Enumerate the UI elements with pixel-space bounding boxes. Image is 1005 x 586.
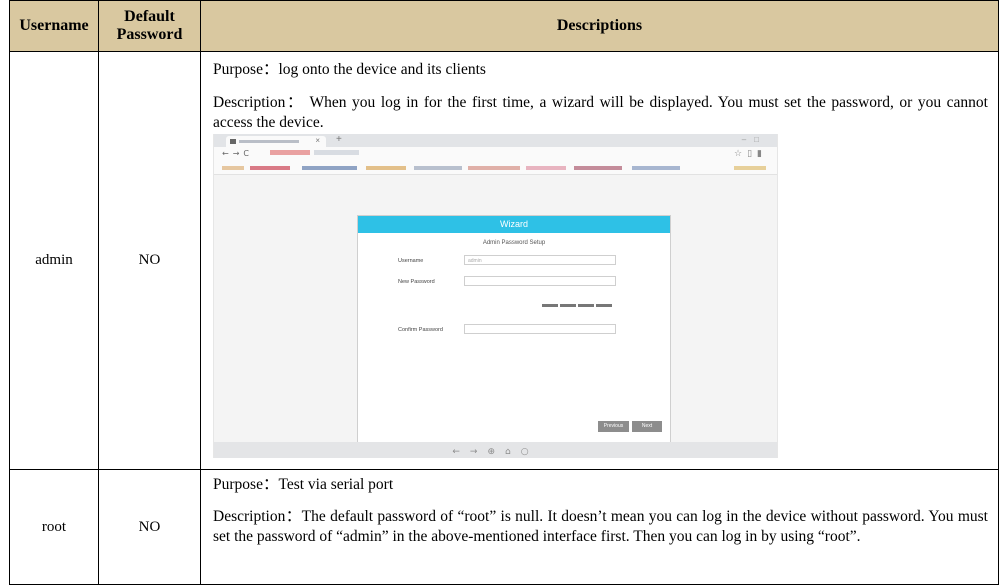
header-row: Username Default Password Descriptions: [9, 0, 999, 52]
description-text: Description：The default password of “roo…: [213, 508, 988, 545]
confirm-password-field[interactable]: [464, 324, 616, 334]
close-tab-icon: ×: [315, 136, 320, 145]
wizard-subtitle: Admin Password Setup: [482, 240, 546, 246]
bookmark-blurred: [574, 166, 622, 170]
description-text: Description： When you log in for the fir…: [213, 94, 988, 131]
confirm-password-label: Confirm Password: [398, 327, 443, 333]
browser-tab: ×: [226, 136, 326, 147]
previous-button[interactable]: Previous: [598, 421, 629, 432]
tab-title-blurred: [239, 140, 299, 143]
bookmark-blurred: [632, 166, 680, 170]
default-password-cell: NO: [98, 51, 201, 470]
new-password-field[interactable]: [464, 276, 616, 286]
next-button[interactable]: Next: [632, 421, 662, 432]
bookmark-blurred: [366, 166, 406, 170]
favicon-icon: [230, 139, 236, 144]
purpose-text: Purpose：Test via serial port: [213, 476, 394, 493]
username-cell: admin: [9, 51, 99, 470]
table-row-admin: admin NO Purpose：log onto the device and…: [9, 51, 999, 470]
toolbar-icons: ☆▯▮: [734, 149, 767, 159]
wizard-dialog: Wizard Admin Password Setup Username adm…: [357, 215, 671, 443]
new-tab-icon: +: [336, 134, 342, 145]
username-field[interactable]: admin: [464, 255, 616, 265]
bookmark-blurred: [526, 166, 566, 170]
header-default-password: Default Password: [98, 0, 201, 52]
account-table: Username Default Password Descriptions a…: [9, 0, 999, 585]
password-strength-bar: [542, 304, 614, 307]
address-bar-blurred: [270, 150, 310, 155]
bookmark-blurred: [222, 166, 244, 170]
default-password-cell: NO: [98, 469, 201, 585]
bookmark-blurred: [302, 166, 357, 170]
header-username: Username: [9, 0, 99, 52]
bookmark-blurred: [250, 166, 290, 170]
username-cell: root: [9, 469, 99, 585]
window-controls-icon: –□: [741, 135, 767, 144]
wizard-screenshot: × + –□ ←→C ☆▯▮ Wizard Admin Password Set…: [213, 134, 778, 458]
nav-buttons-icon: ←→C: [222, 149, 253, 158]
description-cell: Purpose：Test via serial port Description…: [200, 469, 999, 585]
bottom-toolbar-icons: ←→⊕⌂○: [452, 447, 539, 457]
bookmark-blurred: [414, 166, 462, 170]
header-descriptions: Descriptions: [200, 0, 999, 52]
purpose-text: Purpose：log onto the device and its clie…: [213, 61, 486, 78]
bookmark-blurred: [468, 166, 520, 170]
bookmark-blurred: [734, 166, 766, 170]
new-password-label: New Password: [398, 279, 435, 285]
wizard-title: Wizard: [358, 216, 670, 233]
address-bar-path-blurred: [314, 150, 359, 155]
username-label: Username: [398, 258, 424, 264]
table-row-root: root NO Purpose：Test via serial port Des…: [9, 469, 999, 585]
description-cell: Purpose：log onto the device and its clie…: [200, 51, 999, 470]
